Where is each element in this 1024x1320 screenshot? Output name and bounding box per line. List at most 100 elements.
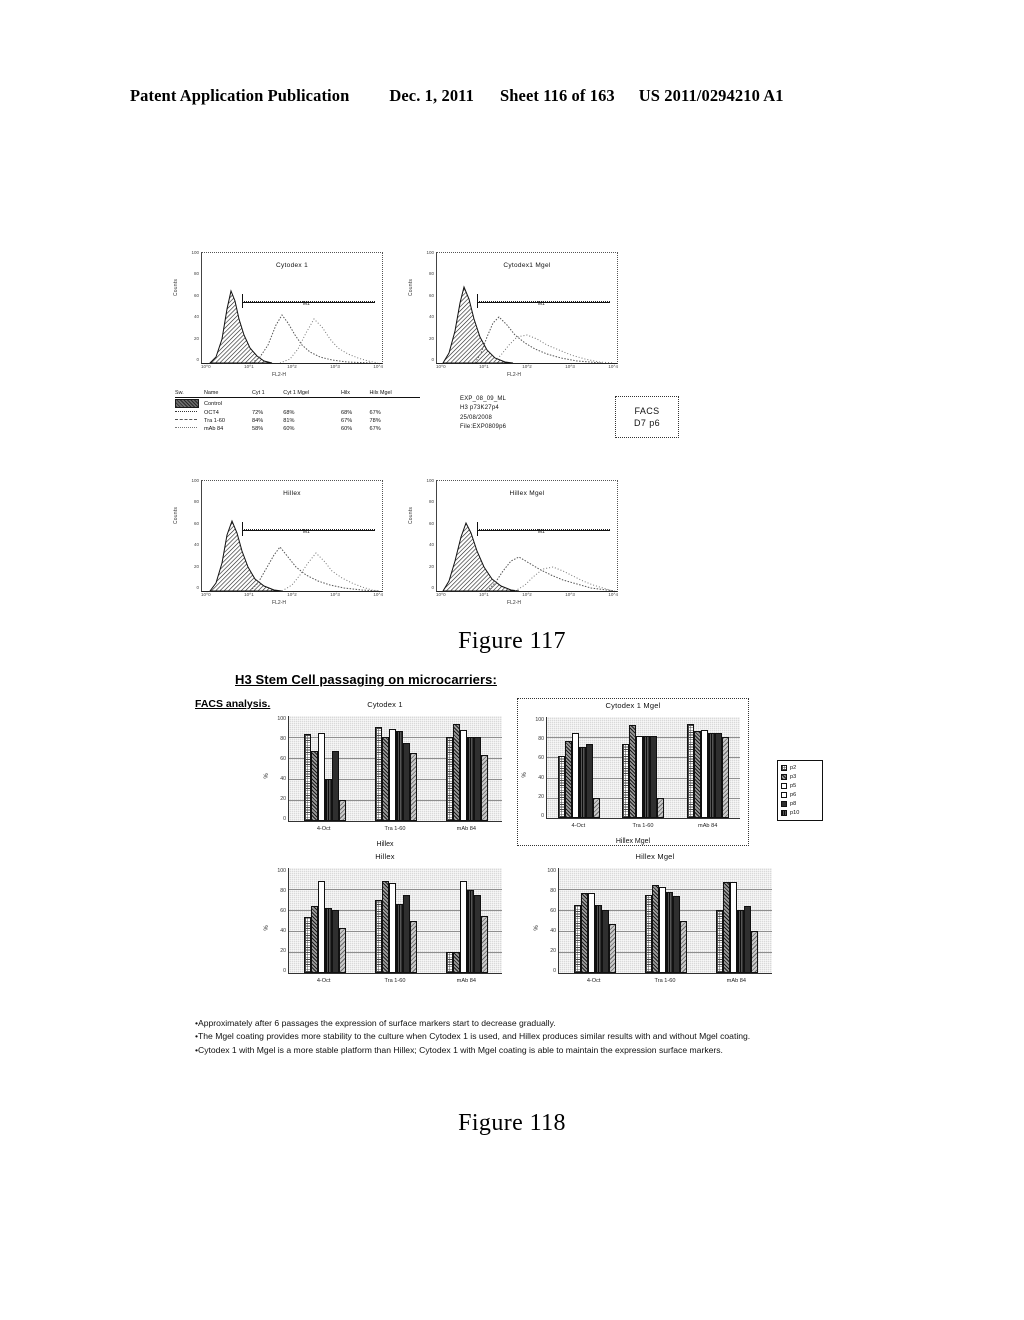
legend-swatch-dashed: [175, 417, 204, 425]
chart-ytick: 20: [550, 948, 556, 954]
bar-group: [289, 716, 360, 821]
publication-header: Patent Application Publication Dec. 1, 2…: [130, 86, 890, 106]
legend-swatch-fine-dotted: [175, 425, 204, 433]
chart-x-axis-label: Hillex: [376, 841, 394, 848]
facs-histogram-traces: [209, 289, 379, 363]
facs-panel-cytodex1-mgel: Counts 100 80 60 40 20 0 Cytodex1 Mgel M…: [408, 250, 618, 382]
legend-col-cyt1mgel: Cyt 1 Mgel: [283, 390, 341, 398]
facs-ytick: 0: [196, 584, 199, 590]
chart-body: [288, 868, 502, 974]
bar-p10-4-Oct: [593, 797, 601, 818]
bar-p5-4-Oct: [317, 732, 325, 821]
chart-xtick: Tra 1-60: [654, 978, 676, 984]
facs-gate-marker: M1: [476, 521, 610, 536]
legend-val-cyt1mgel: [283, 398, 341, 410]
bar-p2-4-Oct: [558, 756, 566, 818]
facs-ytick: 100: [191, 478, 199, 483]
chart-body: [288, 716, 502, 822]
bar-p6-4-Oct: [324, 907, 332, 973]
legend-label: p10: [790, 810, 800, 816]
chart-y-ticks: 100 80 60 40 20 0: [268, 716, 286, 822]
facs-y-ticks: 100 80 60 40 20 0: [418, 478, 434, 590]
bar-group: [289, 868, 360, 973]
bar-p3-mAb 84: [693, 731, 701, 818]
legend-name: Tra 1-60: [204, 418, 225, 424]
legend-name: Control: [204, 400, 223, 407]
facs-ytick: 60: [428, 520, 434, 526]
chart-ytick: 60: [280, 908, 286, 914]
bar-p3-Tra 1-60: [629, 725, 637, 818]
run-info-experiment: EXP_08_09_ML: [460, 396, 507, 402]
facs-y-axis-label: Counts: [173, 506, 179, 524]
figure117-legend-table: Sw. Name Cyt 1 Cyt 1 Mgel Hilx Hilx Mgel…: [175, 390, 420, 433]
bar-group: [676, 717, 740, 818]
bar-p8-4-Oct: [331, 910, 339, 973]
facs-histogram-traces: [209, 519, 381, 591]
facs-ytick: 60: [428, 292, 434, 298]
bar-p2-Tra 1-60: [374, 899, 382, 973]
facs-ytick: 0: [431, 584, 434, 590]
facs-ytick: 20: [193, 335, 199, 341]
bar-p8-Tra 1-60: [650, 736, 658, 818]
facs-ytick: 100: [426, 478, 434, 483]
chart-ytick: 100: [547, 868, 556, 874]
chart-y-ticks: 100 80 60 40 20 0: [526, 717, 544, 819]
bar-p5-Tra 1-60: [636, 736, 644, 818]
bar-series-container: [289, 868, 502, 973]
bar-p10-Tra 1-60: [409, 752, 417, 821]
legend-swatch-icon: [781, 765, 787, 771]
legend-swatch-icon: [781, 801, 787, 807]
facs-y-axis-label: Counts: [408, 506, 414, 524]
chart-ytick: 20: [280, 948, 286, 954]
chart-xtick: mAb 84: [456, 826, 476, 832]
bar-p3-mAb 84: [722, 881, 730, 973]
bar-p8-4-Oct: [601, 910, 609, 973]
chart-ytick: 100: [535, 717, 544, 723]
bar-p2-mAb 84: [686, 724, 694, 818]
chart-ytick: 80: [538, 736, 544, 743]
bar-p6-Tra 1-60: [643, 736, 651, 818]
legend-val-hilxmgel: 67%: [369, 410, 381, 416]
facs-x-axis-label: FL2-H: [507, 372, 521, 378]
bar-p2-mAb 84: [445, 952, 453, 973]
facs-ytick: 80: [193, 271, 199, 277]
bar-group: [431, 716, 502, 821]
bar-p2-4-Oct: [303, 733, 311, 821]
bar-p6-mAb 84: [466, 890, 474, 973]
legend-val-hilx: 60%: [341, 426, 353, 432]
bar-p6-mAb 84: [736, 910, 744, 973]
facs-histogram-traces: [442, 285, 614, 363]
figure118-passage-legend: p2 p3 p5 p6 p8 p10: [777, 760, 823, 821]
facs-gate-marker: M1: [241, 521, 375, 536]
plot-area: [288, 868, 502, 974]
legend-swatch-icon: [781, 810, 787, 816]
facs-x-axis-label: FL2-H: [272, 372, 286, 378]
facs-x-axis-label: FL2-H: [507, 600, 521, 606]
figure117-run-info: EXP_08_09_ML H3 p73K27p4 25/08/2008 File…: [460, 395, 506, 432]
legend-val-hilx: 67%: [341, 418, 353, 424]
facs-histogram-traces: [442, 521, 616, 591]
chart-ytick: 60: [538, 755, 544, 762]
legend-row-oct4: OCT4 72% 68% 68% 67%: [175, 409, 420, 417]
bar-p3-Tra 1-60: [381, 880, 389, 973]
bar-p8-mAb 84: [743, 905, 751, 973]
bar-p3-Tra 1-60: [651, 884, 659, 973]
bar-p2-Tra 1-60: [374, 726, 382, 821]
bar-p3-mAb 84: [452, 952, 460, 973]
chart-ytick: 80: [280, 736, 286, 742]
chart-ytick: 80: [280, 888, 286, 894]
legend-col-name: Name: [204, 390, 253, 398]
bar-p5-mAb 84: [459, 880, 467, 973]
bar-p3-4-Oct: [565, 741, 573, 818]
chart-y-ticks: 100 80 60 40 20 0: [538, 868, 556, 974]
bar-p5-4-Oct: [572, 733, 580, 818]
bar-p6-4-Oct: [324, 779, 332, 821]
note-bullet-2: •The Mgel coating provides more stabilit…: [195, 1031, 751, 1042]
chart-x-ticks: 4-Oct Tra 1-60 mAb 84: [558, 978, 772, 988]
note-bullet-1: •Approximately after 6 passages the expr…: [195, 1018, 556, 1028]
legend-val-cyt1: 84%: [252, 418, 264, 424]
chart-body: [546, 717, 740, 819]
legend-row-mab84: mAb 84 58% 60% 60% 67%: [175, 425, 420, 433]
chart-ytick: 60: [550, 908, 556, 914]
chart-x-ticks: 4-Oct Tra 1-60 mAb 84: [288, 826, 502, 836]
